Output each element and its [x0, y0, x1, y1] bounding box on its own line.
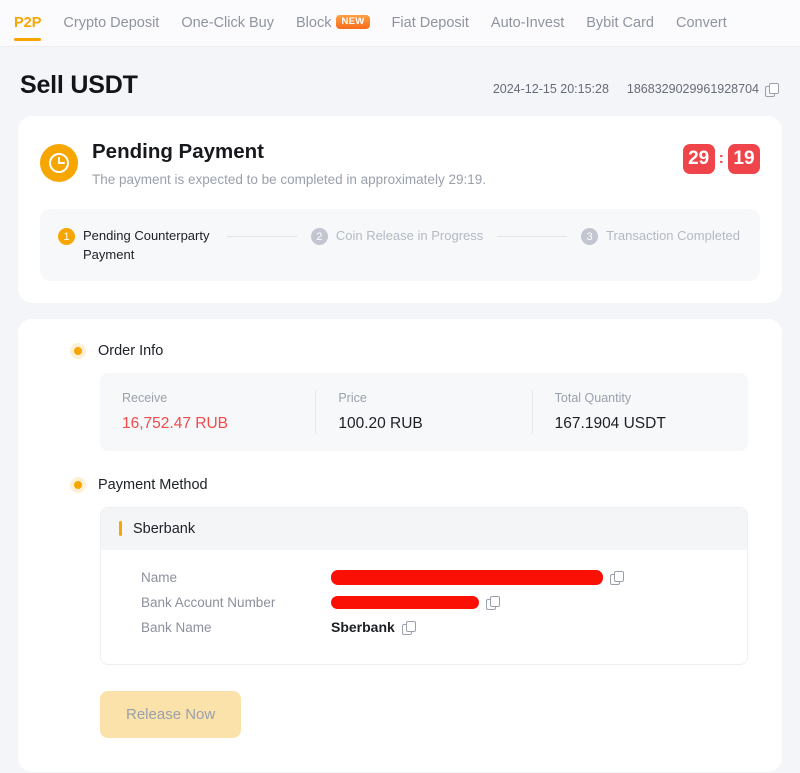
step-number: 2	[310, 228, 328, 245]
detail-key: Bank Account Number	[141, 594, 276, 610]
countdown-minutes: 29	[682, 144, 715, 174]
nav-tab-label: Convert	[675, 14, 727, 31]
bank-title: Sberbank	[133, 520, 196, 537]
nav-tab-label: P2P	[14, 14, 42, 31]
detail-row-bank-name: Bank Name Sberbank	[141, 615, 729, 640]
detail-row-bank-account-number: Bank Account Number	[141, 590, 729, 615]
step-pending-counterparty-payment: 1 Pending Counterparty Payment	[58, 227, 213, 265]
redaction-mark	[331, 569, 603, 585]
nav-tab-crypto-deposit[interactable]: Crypto Deposit	[63, 0, 159, 47]
order-progress-stepper: 1 Pending Counterparty Payment 2 Coin Re…	[40, 209, 760, 281]
step-label: Pending Counterparty Payment	[83, 228, 210, 262]
countdown-seconds: 19	[728, 144, 760, 174]
copy-icon[interactable]	[610, 570, 624, 585]
nav-tab-label: Block	[296, 14, 332, 31]
order-info-box: Receive 16,752.47 RUB Price 100.20 RUB T…	[100, 372, 748, 451]
nav-tab-label: Bybit Card	[586, 14, 654, 31]
detail-value	[331, 595, 500, 610]
info-label: Total Quantity	[554, 390, 632, 405]
payment-method-box: Sberbank Name Bank Account Number Bank N…	[100, 506, 748, 665]
info-cell-receive: Receive 16,752.47 RUB	[100, 391, 315, 433]
copy-icon[interactable]	[486, 595, 500, 610]
release-now-button[interactable]: Release Now	[100, 690, 242, 738]
header-meta: 2024-12-15 20:15:28 1868329029961928704	[492, 82, 779, 100]
payment-method-header: Sberbank	[101, 507, 747, 550]
payment-method-section-header: Payment Method	[40, 476, 760, 493]
copy-icon[interactable]	[765, 82, 779, 97]
redaction-mark	[331, 595, 479, 609]
info-label: Price	[338, 390, 367, 405]
nav-tab-block[interactable]: Block NEW	[296, 0, 370, 47]
order-timestamp: 2024-12-15 20:15:28	[492, 82, 609, 96]
step-label: Transaction Completed	[606, 228, 741, 243]
step-transaction-completed: 3 Transaction Completed	[581, 227, 740, 246]
info-value: 100.20 RUB	[338, 414, 423, 432]
clock-icon	[40, 144, 78, 182]
info-label: Receive	[122, 390, 168, 405]
order-detail-card: Order Info Receive 16,752.47 RUB Price 1…	[18, 318, 782, 772]
status-text-block: Pending Payment The payment is expected …	[92, 140, 683, 187]
info-cell-total-quantity: Total Quantity 167.1904 USDT	[531, 390, 748, 433]
detail-key: Name	[141, 569, 178, 585]
nav-tab-label: Auto-Invest	[490, 14, 565, 31]
status-header: Pending Payment The payment is expected …	[40, 140, 760, 187]
step-coin-release-in-progress: 2 Coin Release in Progress	[310, 227, 484, 246]
order-status-card: Pending Payment The payment is expected …	[18, 116, 782, 303]
nav-tab-p2p[interactable]: P2P	[14, 0, 42, 47]
section-title: Order Info	[98, 342, 164, 359]
detail-row-name: Name	[141, 565, 729, 590]
nav-tab-convert[interactable]: Convert	[676, 0, 727, 47]
page-header: Sell USDT 2024-12-15 20:15:28 1868329029…	[0, 47, 800, 116]
top-navbar: P2P Crypto Deposit One-Click Buy Block N…	[0, 0, 800, 47]
detail-value	[331, 569, 624, 585]
copy-icon[interactable]	[401, 620, 416, 635]
info-value: 167.1904 USDT	[554, 414, 666, 432]
nav-tab-label: Crypto Deposit	[63, 14, 160, 31]
step-label: Coin Release in Progress	[335, 228, 484, 243]
step-number: 1	[58, 228, 75, 245]
bullet-icon	[70, 476, 86, 493]
nav-tab-one-click-buy[interactable]: One-Click Buy	[181, 0, 274, 47]
bullet-icon	[70, 342, 86, 359]
section-title: Payment Method	[98, 476, 208, 493]
nav-tab-fiat-deposit[interactable]: Fiat Deposit	[392, 0, 469, 47]
nav-tab-label: One-Click Buy	[181, 14, 274, 31]
bank-name-value: Sberbank	[331, 619, 395, 636]
detail-value: Sberbank	[331, 619, 416, 636]
order-id-value: 1868329029961928704	[626, 82, 759, 96]
accent-bar	[119, 521, 122, 537]
step-connector	[497, 236, 568, 237]
nav-tab-auto-invest[interactable]: Auto-Invest	[491, 0, 564, 47]
payment-method-details: Name Bank Account Number Bank Name Sberb…	[101, 549, 747, 664]
new-badge: NEW	[336, 15, 370, 29]
order-info-section-header: Order Info	[40, 342, 760, 359]
countdown-timer: 29 : 19	[682, 140, 760, 174]
info-value: 16,752.47 RUB	[122, 414, 228, 432]
step-connector	[227, 236, 297, 237]
detail-key: Bank Name	[141, 619, 212, 635]
countdown-separator: :	[718, 150, 724, 167]
status-title: Pending Payment	[92, 140, 265, 163]
nav-tab-bybit-card[interactable]: Bybit Card	[586, 0, 654, 47]
info-cell-price: Price 100.20 RUB	[315, 390, 531, 433]
page-title: Sell USDT	[20, 71, 138, 99]
status-subtitle: The payment is expected to be completed …	[92, 172, 486, 187]
nav-tab-label: Fiat Deposit	[391, 14, 469, 31]
order-id: 1868329029961928704	[626, 82, 779, 97]
step-number: 3	[581, 228, 599, 245]
